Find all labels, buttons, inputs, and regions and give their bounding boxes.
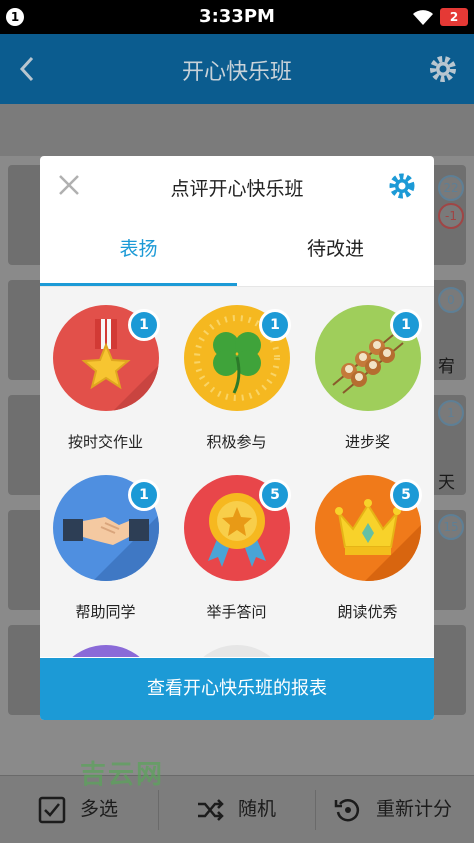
app-title: 开心快乐班 [181,60,292,85]
app-bar: 开心快乐班 [0,34,474,104]
wifi-icon [413,10,433,25]
item-icon [53,645,159,657]
item-icon [184,645,290,657]
tab-needs-improvement[interactable]: 待改进 [237,234,434,261]
praise-label: 举手答问 [206,603,267,621]
praise-label: 帮助同学 [75,603,136,621]
settings-gear-icon[interactable] [428,54,458,84]
praise-item[interactable]: 1 帮助同学 [40,457,171,627]
toolbar-divider [158,790,159,830]
status-bar: 1 3:33PM 2 [0,0,474,34]
student-name-fragment: 宥 [438,357,455,377]
count-badge: 1 [259,309,291,341]
shuffle-icon [198,799,224,821]
bottom-toolbar: 多选 随机 重新计分 [0,775,474,843]
watermark: 吉云网 [80,760,165,790]
count-badge: 5 [390,479,422,511]
praise-item[interactable]: 5 朗读优秀 [302,457,433,627]
praise-grid: 1 按时交作业 1 积极参与 1 进步奖 1 帮助同学 5 举手答问 5 朗读优… [40,287,434,657]
count-badge: 1 [128,479,160,511]
praise-item[interactable]: 1 进步奖 [302,287,433,457]
praise-label: 朗读优秀 [337,603,398,621]
score-badge: 22 [438,175,464,201]
praise-item-partial[interactable] [171,627,302,657]
battery-indicator: 2 [440,8,468,26]
praise-item-partial[interactable] [40,627,171,657]
tab-praise[interactable]: 表扬 [40,234,237,261]
score-badge: 1 [438,400,464,426]
praise-label: 积极参与 [206,433,267,451]
praise-item[interactable]: 1 按时交作业 [40,287,171,457]
random-button[interactable]: 随机 [238,776,276,843]
status-time: 3:33PM [199,6,275,27]
score-badge: -1 [438,203,464,229]
praise-item[interactable]: 1 积极参与 [171,287,302,457]
toolbar-divider [315,790,316,830]
praise-item[interactable]: 5 举手答问 [171,457,302,627]
student-name-fragment: 天 [438,473,455,493]
score-badge: 0 [438,287,464,313]
score-badge: 15 [438,514,464,540]
praise-label: 按时交作业 [67,433,143,451]
count-badge: 1 [390,309,422,341]
praise-label: 进步奖 [344,433,390,451]
dialog-title: 点评开心快乐班 [170,178,304,200]
review-dialog: 点评开心快乐班 表扬 待改进 1 按时交作业 1 积极参与 1 进步奖 1 帮助… [40,156,434,720]
reset-score-button[interactable]: 重新计分 [376,776,452,843]
checkbox-icon [38,796,66,824]
count-badge: 1 [128,309,160,341]
count-badge: 5 [259,479,291,511]
tab-underline [0,104,474,156]
settings-gear-icon[interactable] [388,172,416,200]
view-report-button[interactable]: 查看开心快乐班的报表 [40,658,434,720]
reset-icon [334,799,360,822]
